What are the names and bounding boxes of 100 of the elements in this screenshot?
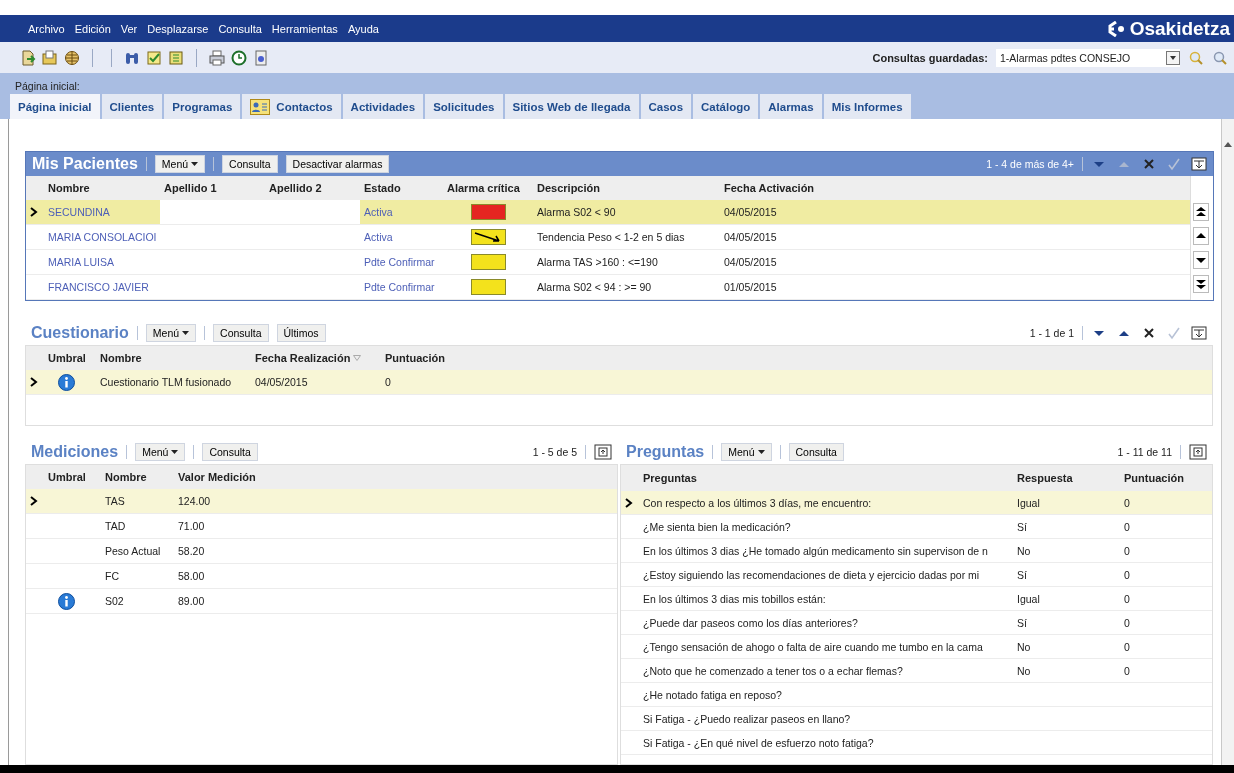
table-cell: Peso Actual <box>105 545 161 557</box>
row-marker-cell[interactable] <box>26 200 44 225</box>
tab[interactable]: Página inicial <box>10 94 100 119</box>
sort-icon[interactable] <box>353 355 362 361</box>
column-header[interactable]: Alarma crítica <box>443 176 533 200</box>
page-icon[interactable] <box>253 49 269 66</box>
table-cell: ¿Me sienta bien la medicación? <box>643 520 791 533</box>
toolbar-button[interactable]: Últimos <box>276 324 326 342</box>
folder-icon[interactable] <box>42 49 58 66</box>
column-header[interactable]: Fecha Activación <box>720 176 1190 200</box>
column-header[interactable]: Descripción <box>533 176 720 200</box>
table-cell: En los últimos 3 dias ¿He tomado algún medicamento sin supervison de n <box>643 544 988 557</box>
menu-button[interactable]: Menú <box>154 155 206 173</box>
clock-icon[interactable] <box>231 49 247 66</box>
table-cell: En los últimos 3 dias mis tobillos están: <box>643 592 826 605</box>
tab[interactable]: Contactos <box>242 94 341 119</box>
menu-button[interactable]: Menú <box>135 443 186 461</box>
column-header[interactable]: Puntuación <box>381 346 1212 370</box>
scroll-up-icon[interactable] <box>1193 227 1209 245</box>
saved-queries-dropdown[interactable]: 1-Alarmas pdtes CONSEJO <box>996 48 1180 67</box>
row-marker-cell[interactable] <box>621 491 639 515</box>
table-cell: Tendencia Peso < 1-2 en 5 dias <box>537 231 685 243</box>
row-marker-cell[interactable] <box>26 370 44 395</box>
toolbar-button[interactable]: Consulta <box>202 443 258 461</box>
menu-item[interactable]: Desplazarse <box>142 22 214 35</box>
table-cell: S02 <box>105 595 124 607</box>
column-header[interactable]: Nombre <box>101 465 174 489</box>
row-pointer-icon <box>30 496 38 506</box>
table-cell: 04/05/2015 <box>724 256 777 268</box>
layout-icon[interactable] <box>1191 156 1207 172</box>
column-header[interactable]: Preguntas <box>639 465 1013 491</box>
tab[interactable]: Sitios Web de llegada <box>504 94 639 119</box>
toolbar-button[interactable]: Consulta <box>222 155 278 173</box>
saved-queries-label: Consultas guardadas: <box>872 51 988 64</box>
table-cell: 0 <box>1124 640 1130 653</box>
table-cell: FRANCISCO JAVIER <box>48 281 149 293</box>
column-header[interactable]: Apellido 1 <box>160 176 265 200</box>
menu-button[interactable]: Menú <box>145 324 197 342</box>
horizontal-scrollbar[interactable] <box>0 765 1234 773</box>
scroll-bottom-icon[interactable] <box>1193 275 1209 293</box>
table-cell: Si Fatiga - ¿Puedo realizar paseos en llano? <box>643 712 851 725</box>
page-scrollbar[interactable] <box>1221 119 1234 765</box>
tab[interactable]: Alarmas <box>760 94 822 119</box>
tab[interactable]: Solicitudes <box>425 94 503 119</box>
panel-title: Preguntas <box>626 443 705 461</box>
tab[interactable]: Programas <box>164 94 241 119</box>
tab[interactable]: Casos <box>640 94 692 119</box>
toolbar-button[interactable]: Desactivar alarmas <box>285 155 390 173</box>
tab[interactable]: Clientes <box>101 94 163 119</box>
table-cell: No <box>1017 664 1031 677</box>
table-cell: 0 <box>1124 592 1130 605</box>
row-marker-cell[interactable] <box>26 489 44 514</box>
tab[interactable]: Mis Informes <box>823 94 911 119</box>
column-header[interactable]: Nombre <box>44 176 160 200</box>
dropdown-icon[interactable] <box>1166 50 1180 65</box>
scroll-top-icon[interactable] <box>1193 203 1209 221</box>
magnifier-icon[interactable] <box>1188 49 1204 66</box>
column-header[interactable]: Fecha Realización <box>251 346 381 370</box>
column-header[interactable]: Puntuación <box>1120 465 1212 491</box>
table-cell: Sí <box>1017 616 1027 629</box>
menu-item[interactable]: Ver <box>115 22 143 35</box>
tab[interactable]: Catálogo <box>693 94 759 119</box>
menu-item[interactable]: Herramientas <box>266 22 343 35</box>
menu-item[interactable]: Consulta <box>213 22 267 35</box>
expand-icon[interactable] <box>1189 444 1207 460</box>
table-cell: ¿Estoy siguiendo las recomendaciones de dieta y ejercicio dadas por mi <box>643 568 980 581</box>
printer-icon[interactable] <box>209 49 225 66</box>
menu-item[interactable]: Edición <box>69 22 116 35</box>
layout-icon[interactable] <box>1191 325 1207 341</box>
menu-item[interactable]: Ayuda <box>342 22 384 35</box>
table-cell: Activa <box>364 231 393 243</box>
column-header[interactable]: Nombre <box>96 346 251 370</box>
table-cell: TAS <box>105 495 125 507</box>
table-cell: 0 <box>1124 544 1130 557</box>
scroll-down-icon[interactable] <box>1193 251 1209 269</box>
notepad-icon[interactable] <box>168 49 184 66</box>
table-cell: Con respecto a los últimos 3 días, me encuentro: <box>643 496 872 509</box>
scroll-up-icon[interactable] <box>1224 141 1232 147</box>
checklist-icon[interactable] <box>146 49 162 66</box>
globe-icon[interactable] <box>64 49 80 66</box>
logo-icon <box>1107 20 1126 37</box>
table-cell: 124.00 <box>178 495 211 507</box>
column-header[interactable]: Umbral <box>44 465 101 489</box>
column-header[interactable]: Valor Medición <box>174 465 617 489</box>
contact-card-icon <box>250 98 271 115</box>
expand-icon[interactable] <box>594 444 612 460</box>
column-header[interactable]: Umbral <box>44 346 96 370</box>
document-icon[interactable] <box>20 49 36 66</box>
toolbar-button[interactable]: Consulta <box>788 443 844 461</box>
column-header[interactable]: Estado <box>360 176 443 200</box>
toolbar-button[interactable]: Consulta <box>213 324 269 342</box>
menu-item[interactable]: Archivo <box>23 22 70 35</box>
tab[interactable]: Actividades <box>342 94 424 119</box>
column-header[interactable]: Respuesta <box>1013 465 1120 491</box>
pager-text: 1 - 5 de 5 <box>532 446 577 458</box>
magnifier-icon[interactable] <box>1212 49 1228 66</box>
panel-title: Mediciones <box>31 443 119 461</box>
menu-button[interactable]: Menú <box>721 443 772 461</box>
table-cell: Si Fatiga - ¿En qué nivel de esfuerzo noto fatiga? <box>643 736 874 749</box>
column-header[interactable]: Apellido 2 <box>265 176 360 200</box>
